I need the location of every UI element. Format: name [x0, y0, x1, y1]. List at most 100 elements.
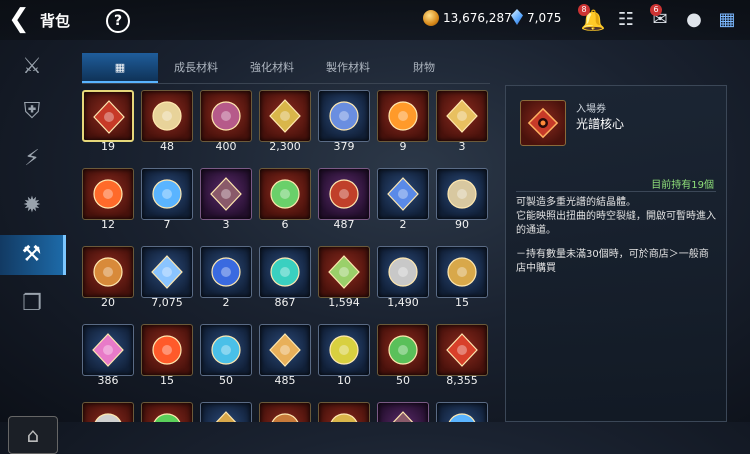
item-cell[interactable]: 20 — [82, 246, 134, 312]
item-slot[interactable] — [141, 90, 193, 142]
item-cell[interactable]: 400 — [200, 90, 252, 156]
item-count: 7,075 — [151, 296, 183, 309]
item-slot[interactable] — [436, 168, 488, 220]
item-slot[interactable] — [141, 246, 193, 298]
chest-icon[interactable]: ❐ — [8, 284, 56, 324]
sword-icon[interactable]: ⚔ — [8, 47, 56, 87]
item-slot[interactable] — [377, 324, 429, 376]
item-cell[interactable]: 3 — [436, 90, 488, 156]
item-cell[interactable]: 379 — [318, 90, 370, 156]
tab-enhance-materials[interactable]: 強化材料 — [234, 53, 310, 83]
detail-item-slot — [520, 100, 566, 146]
item-cell[interactable] — [200, 402, 252, 422]
item-count: 8,355 — [446, 374, 478, 387]
item-cell[interactable]: 1,490 — [377, 246, 429, 312]
item-cell[interactable]: 7,075 — [141, 246, 193, 312]
item-cell[interactable]: 90 — [436, 168, 488, 234]
item-slot[interactable] — [82, 402, 134, 422]
item-slot[interactable] — [377, 168, 429, 220]
gold-coin-icon — [447, 257, 477, 287]
tab-growth-materials[interactable]: 成長材料 — [158, 53, 234, 83]
card-icon — [329, 335, 359, 365]
item-slot[interactable] — [377, 246, 429, 298]
item-cell[interactable]: 15 — [141, 324, 193, 390]
item-cell[interactable]: 15 — [436, 246, 488, 312]
item-cell[interactable]: 12 — [82, 168, 134, 234]
item-cell[interactable] — [436, 402, 488, 422]
item-cell[interactable]: 9 — [377, 90, 429, 156]
item-cell[interactable]: 2 — [200, 246, 252, 312]
shard-icon — [94, 413, 122, 422]
item-slot[interactable] — [82, 324, 134, 376]
item-cell[interactable] — [259, 402, 311, 422]
item-slot[interactable] — [377, 402, 429, 422]
mail-badge: 6 — [650, 4, 662, 16]
help-icon[interactable]: ? — [106, 9, 130, 33]
item-slot[interactable] — [259, 324, 311, 376]
item-cell[interactable]: 10 — [318, 324, 370, 390]
item-cell[interactable]: 2,300 — [259, 90, 311, 156]
item-slot[interactable] — [141, 402, 193, 422]
item-cell[interactable]: 48 — [141, 90, 193, 156]
item-count: 400 — [215, 140, 237, 153]
item-slot[interactable] — [259, 90, 311, 142]
menu-grid-icon[interactable]: ▦ — [714, 7, 740, 33]
item-cell[interactable]: 8,355 — [436, 324, 488, 390]
item-slot[interactable] — [318, 168, 370, 220]
item-count: 867 — [274, 296, 296, 309]
back-icon[interactable]: ❮ — [8, 6, 38, 34]
tab-craft-materials[interactable]: 製作材料 — [310, 53, 386, 83]
burst-icon[interactable]: ✹ — [8, 186, 56, 226]
bell-badge: 8 — [578, 4, 590, 16]
item-slot[interactable] — [436, 90, 488, 142]
item-slot[interactable] — [200, 168, 252, 220]
item-cell[interactable]: 50 — [377, 324, 429, 390]
shield-icon[interactable]: ⛨ — [8, 92, 56, 132]
tab-all[interactable]: ▦ — [82, 53, 158, 83]
item-cell[interactable]: 386 — [82, 324, 134, 390]
item-slot[interactable] — [318, 324, 370, 376]
star-coin-icon — [388, 257, 418, 287]
item-count: 1,594 — [328, 296, 360, 309]
lightning-icon[interactable]: ⚡ — [8, 139, 56, 179]
chat-icon[interactable]: ● — [681, 7, 707, 33]
item-cell[interactable]: 6 — [259, 168, 311, 234]
item-slot[interactable] — [141, 168, 193, 220]
bag-icon[interactable]: ⚒ — [0, 235, 66, 275]
item-slot[interactable] — [318, 246, 370, 298]
guild-icon[interactable]: ☷ — [613, 7, 639, 33]
item-slot[interactable] — [377, 90, 429, 142]
item-slot[interactable] — [436, 402, 488, 422]
item-slot[interactable] — [200, 246, 252, 298]
item-cell[interactable] — [82, 402, 134, 422]
item-slot[interactable] — [82, 168, 134, 220]
item-slot[interactable] — [200, 324, 252, 376]
item-slot[interactable] — [318, 402, 370, 422]
item-cell[interactable]: 7 — [141, 168, 193, 234]
item-cell[interactable]: 50 — [200, 324, 252, 390]
item-cell[interactable]: 1,594 — [318, 246, 370, 312]
item-cell[interactable]: 2 — [377, 168, 429, 234]
item-slot[interactable] — [259, 246, 311, 298]
ticket-icon — [446, 99, 478, 133]
item-cell[interactable]: 867 — [259, 246, 311, 312]
item-cell[interactable]: 487 — [318, 168, 370, 234]
scroll-paper-icon — [447, 179, 477, 209]
item-slot[interactable] — [259, 402, 311, 422]
item-slot[interactable] — [82, 246, 134, 298]
item-slot[interactable] — [141, 324, 193, 376]
item-cell[interactable] — [377, 402, 429, 422]
item-cell[interactable] — [318, 402, 370, 422]
item-slot[interactable] — [200, 402, 252, 422]
item-slot[interactable] — [436, 324, 488, 376]
item-cell[interactable]: 485 — [259, 324, 311, 390]
item-cell[interactable] — [141, 402, 193, 422]
item-cell[interactable]: 3 — [200, 168, 252, 234]
item-slot[interactable] — [200, 90, 252, 142]
tab-valuables[interactable]: 財物 — [386, 53, 462, 83]
item-slot[interactable] — [82, 90, 134, 142]
item-cell[interactable]: 19 — [82, 90, 134, 156]
item-slot[interactable] — [436, 246, 488, 298]
item-slot[interactable] — [318, 90, 370, 142]
item-slot[interactable] — [259, 168, 311, 220]
